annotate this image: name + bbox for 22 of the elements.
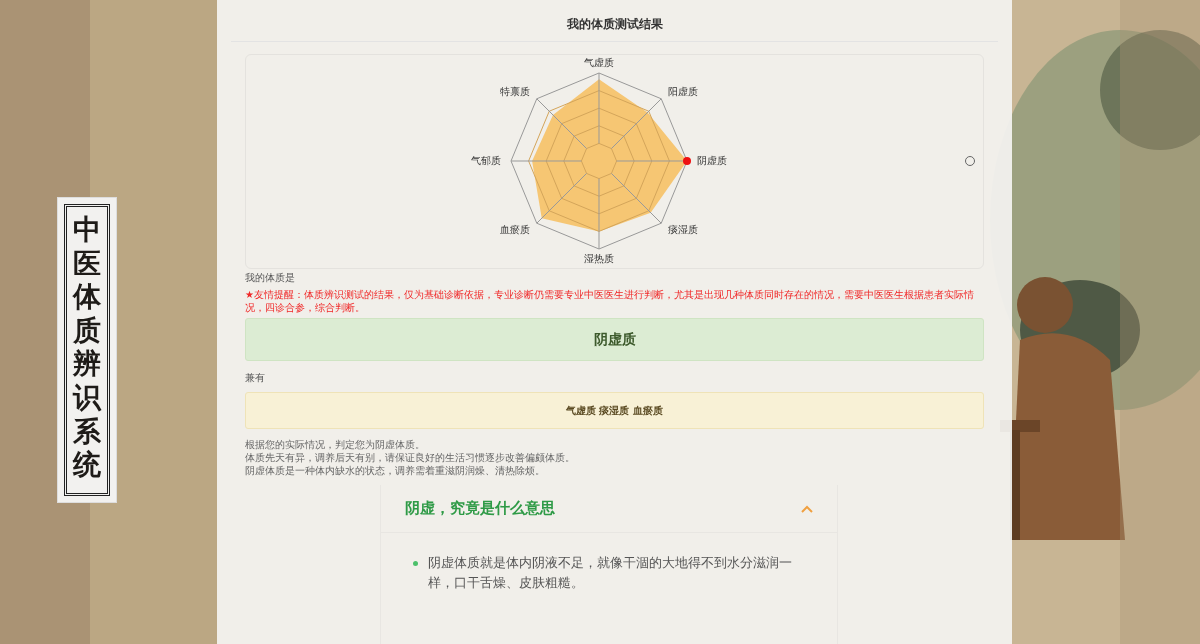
axis-label: 气郁质	[471, 154, 501, 168]
axis-label: 气虚质	[584, 56, 614, 70]
summary-line: 阴虚体质是一种体内缺水的状态，调养需着重滋阴润燥、清热除烦。	[245, 464, 546, 477]
notice-text: ★友情提醒：体质辨识测试的结果，仅为基础诊断依据，专业诊断仍需要专业中医医生进行判断，尤其是出现几种体质同时存在的情况，需要中医医生根据患者实际情况，四诊合参，综合判断。	[245, 288, 975, 314]
summary-line: 体质先天有异，调养后天有别，请保证良好的生活习惯逐步改善偏颇体质。	[245, 451, 576, 464]
axis-label: 阴虚质	[697, 154, 727, 168]
secondary-label: 兼有	[245, 371, 266, 385]
summary-line: 根据您的实际情况，判定您为阴虚体质。	[245, 438, 426, 451]
point-text: 阴虚体质就是体内阴液不足，就像干涸的大地得不到水分滋润一样，口干舌燥、皮肤粗糙。	[428, 554, 793, 592]
bullet-icon	[413, 561, 418, 566]
system-title: 中医体质辨识系统	[73, 213, 101, 484]
main-type: 阴虚质	[593, 330, 636, 349]
axis-label: 阳虚质	[668, 84, 699, 99]
axis-label: 湿热质	[584, 252, 614, 266]
accordion-title: 阴虚，究竟是什么意思	[405, 499, 555, 518]
panel-title: 我的体质测试结果	[231, 0, 998, 42]
axis-label: 痰湿质	[668, 223, 699, 238]
secondary-types: 气虚质 痰湿质 血瘀质	[566, 403, 663, 418]
axis-label: 特禀质	[499, 84, 530, 99]
result-label: 我的体质是	[245, 271, 296, 285]
accordion-header[interactable]: 阴虚，究竟是什么意思	[381, 485, 837, 533]
axis-label: 血瘀质	[499, 223, 530, 238]
